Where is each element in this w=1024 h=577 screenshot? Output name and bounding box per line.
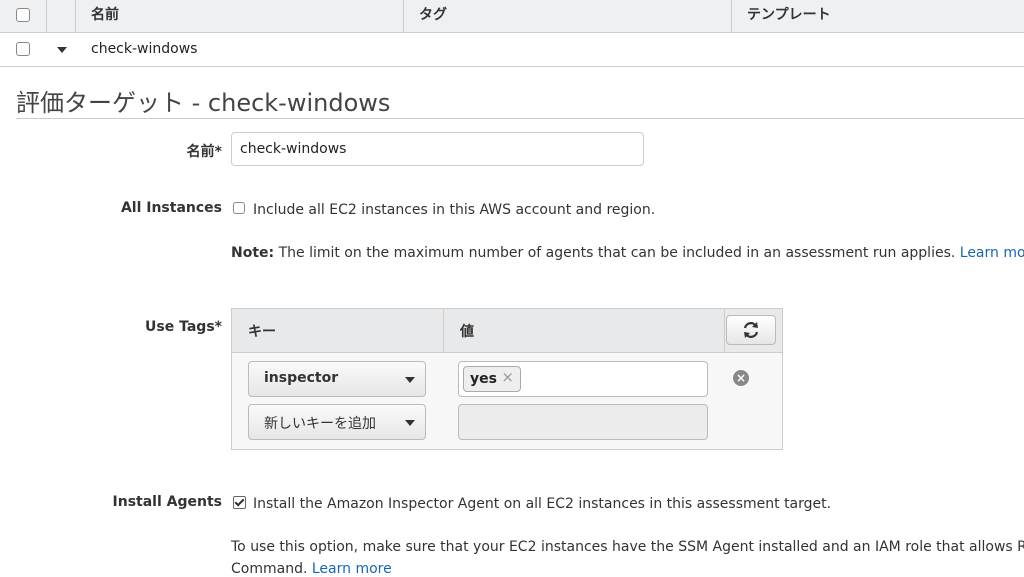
column-divider: [403, 0, 404, 32]
tag-key-value: inspector: [264, 370, 339, 386]
row-name[interactable]: check-windows: [91, 41, 197, 57]
use-tags-label: Use Tags*: [145, 319, 222, 335]
install-info-line-2: Command. Learn more: [231, 561, 392, 577]
tag-key-dropdown-new[interactable]: 新しいキーを追加: [248, 404, 426, 440]
install-learn-more-link[interactable]: Learn more: [312, 561, 392, 577]
column-header-value: 値: [460, 324, 474, 340]
note-learn-more-link[interactable]: Learn more: [960, 245, 1024, 261]
tag-value-input-disabled: [458, 404, 708, 440]
column-header-tags[interactable]: タグ: [419, 4, 447, 24]
tag-value-chip-label: yes: [470, 371, 497, 387]
column-divider: [443, 309, 444, 352]
install-agents-text: Install the Amazon Inspector Agent on al…: [253, 496, 832, 512]
tag-value-input[interactable]: yes ×: [458, 361, 708, 397]
refresh-button[interactable]: [726, 315, 776, 345]
install-info-line-1: To use this option, make sure that your …: [231, 539, 1024, 555]
install-agents-checkbox[interactable]: [233, 496, 246, 509]
tags-editor: キー 値 inspector yes × × 新しいキーを追加: [231, 308, 783, 450]
column-divider: [731, 0, 732, 32]
note-text: The limit on the maximum number of agent…: [274, 245, 960, 261]
column-header-template[interactable]: テンプレート: [747, 4, 831, 24]
refresh-icon: [743, 322, 759, 338]
expand-caret-icon[interactable]: [57, 47, 67, 53]
chevron-down-icon: [405, 420, 415, 426]
chip-close-icon[interactable]: ×: [501, 368, 514, 386]
tag-value-chip: yes ×: [463, 366, 521, 392]
tag-key-placeholder: 新しいキーを追加: [264, 416, 376, 432]
column-divider: [46, 0, 47, 32]
column-divider: [724, 309, 725, 352]
column-header-key: キー: [248, 324, 276, 340]
tags-editor-header: キー 値: [232, 309, 782, 353]
install-info-text: Command.: [231, 561, 312, 577]
all-instances-text: Include all EC2 instances in this AWS ac…: [253, 202, 656, 218]
remove-icon[interactable]: ×: [733, 370, 749, 386]
page-title: 評価ターゲット - check-windows: [16, 89, 391, 117]
all-instances-checkbox[interactable]: [233, 202, 245, 214]
note: Note: The limit on the maximum number of…: [231, 245, 1024, 261]
table-header: 名前 タグ テンプレート: [0, 0, 1024, 33]
name-input-value: check-windows: [240, 141, 347, 157]
all-instances-label: All Instances: [120, 200, 222, 216]
select-all-checkbox[interactable]: [16, 8, 30, 22]
tag-key-dropdown[interactable]: inspector: [248, 361, 426, 397]
chevron-down-icon: [405, 377, 415, 383]
column-divider: [75, 0, 76, 32]
name-label: 名前*: [186, 144, 222, 160]
table-row[interactable]: check-windows: [0, 33, 1024, 67]
name-input[interactable]: check-windows: [231, 132, 644, 166]
column-header-name[interactable]: 名前: [91, 4, 119, 24]
note-bold: Note:: [231, 245, 275, 261]
row-checkbox[interactable]: [16, 42, 30, 56]
divider: [16, 118, 1024, 119]
install-agents-label: Install Agents: [112, 494, 222, 510]
